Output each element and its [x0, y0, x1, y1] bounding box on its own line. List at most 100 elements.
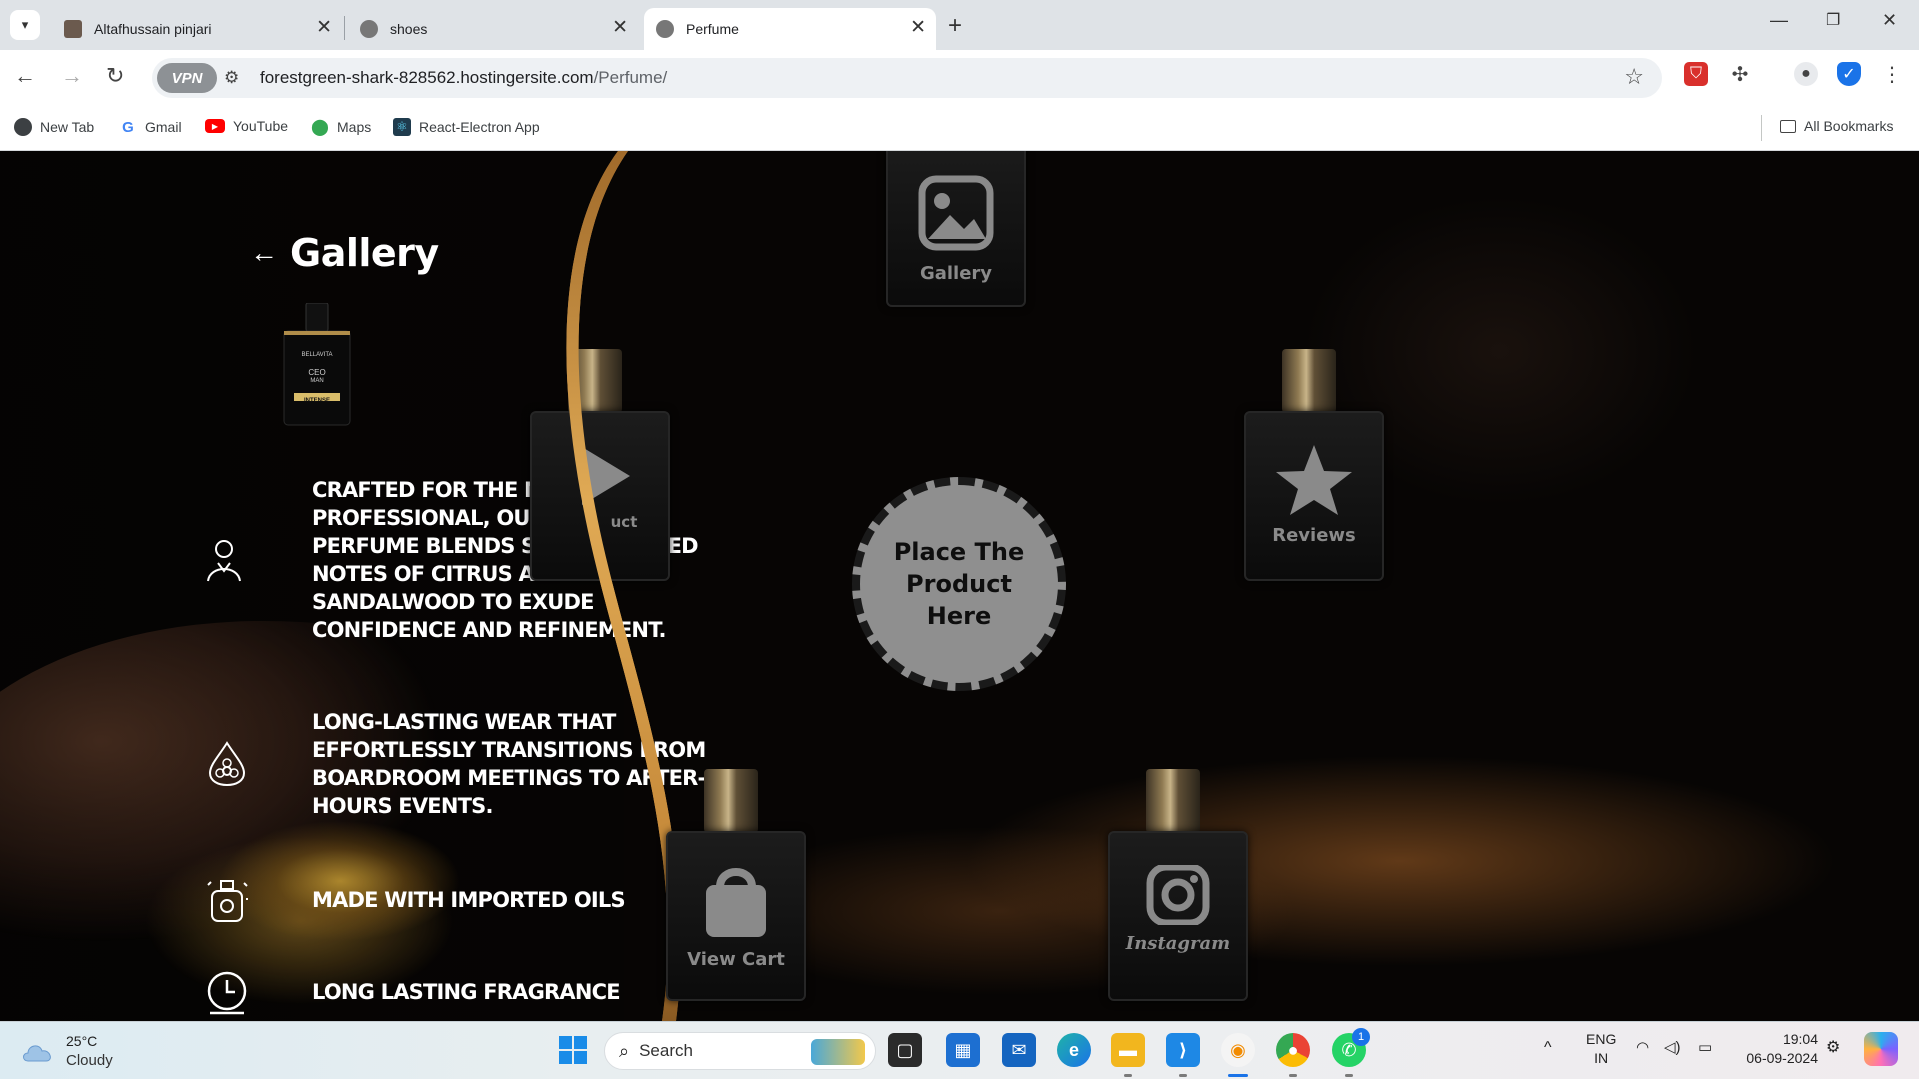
bookmark-maps[interactable]: ⬤ Maps — [311, 118, 371, 136]
forward-button[interactable]: → — [61, 63, 83, 89]
bookmark-label: Maps — [337, 119, 372, 135]
bookmark-label: Gmail — [145, 119, 182, 135]
tab-shoes[interactable]: shoes ✕ — [348, 8, 638, 50]
extensions-puzzle-icon[interactable]: ✣ — [1728, 62, 1752, 86]
perfume-page: ← Gallery BELLAVITA CEO MAN INTENSE Craf… — [0, 151, 1919, 1021]
lang-top: ENG — [1586, 1031, 1617, 1047]
google-icon: G — [122, 118, 134, 136]
bookmark-react-electron[interactable]: ⚛ React-Electron App — [393, 118, 540, 136]
tab-perfume[interactable]: Perfume ✕ — [644, 8, 936, 50]
tab-title: Altafhussain pinjari — [94, 21, 212, 37]
clock[interactable]: 19:04 06-09-2024 — [1738, 1030, 1818, 1068]
lang-bottom: IN — [1594, 1050, 1609, 1066]
chevron-down-icon: ▾ — [21, 17, 29, 32]
tab-bar: ▾ Altafhussain pinjari ✕ shoes ✕ Perfume… — [0, 0, 1919, 50]
language-indicator[interactable]: ENG IN — [1586, 1030, 1616, 1068]
bookmark-gmail[interactable]: G Gmail — [119, 118, 182, 136]
running-indicator — [1124, 1074, 1132, 1077]
wifi-icon[interactable]: ◠ — [1636, 1038, 1649, 1057]
product-drop-zone[interactable]: Place The Product Here — [852, 477, 1066, 691]
running-indicator — [1179, 1074, 1187, 1077]
react-icon: ⚛ — [393, 118, 411, 136]
show-hidden-icons-chevron-icon[interactable]: ^ — [1544, 1038, 1552, 1057]
bookmark-star-icon[interactable]: ☆ — [1624, 64, 1644, 90]
bottle-cap — [568, 349, 622, 413]
profile-icon[interactable]: ● — [1794, 62, 1818, 86]
browser-toolbar: ← → ↻ VPN ⚙ forestgreen-shark-828562.hos… — [0, 50, 1919, 105]
chrome-icon[interactable]: ● — [1276, 1033, 1310, 1067]
weather-widget[interactable]: 25°C Cloudy — [20, 1032, 113, 1070]
taskbar-search[interactable]: ⌕ Search — [604, 1032, 876, 1070]
site-info-icon[interactable]: ⚙ — [224, 68, 239, 88]
bottle-reviews[interactable]: Reviews — [1244, 349, 1384, 585]
window-close-button[interactable]: ✕ — [1882, 10, 1897, 31]
more-menu-icon[interactable]: ⋮ — [1880, 62, 1904, 86]
restore-button[interactable]: ❐ — [1826, 10, 1840, 30]
file-explorer-icon[interactable]: ▬ — [1111, 1033, 1145, 1067]
bottle-view-cart[interactable]: View Cart — [666, 769, 806, 1005]
thumb-sub: MAN — [310, 378, 324, 384]
copilot-icon[interactable] — [1864, 1032, 1898, 1066]
bottle-gallery[interactable]: Gallery — [886, 151, 1026, 325]
minimize-button[interactable]: — — [1770, 10, 1788, 31]
bookmark-youtube[interactable]: ▶ YouTube — [205, 118, 288, 134]
mail-icon[interactable]: ✉ — [1002, 1033, 1036, 1067]
globe-icon — [656, 20, 674, 38]
image-icon — [918, 175, 994, 251]
bookmark-label: YouTube — [233, 118, 289, 134]
vscode-icon[interactable]: ⟩ — [1166, 1033, 1200, 1067]
running-indicator — [1289, 1074, 1297, 1077]
volume-icon[interactable]: ◁) — [1664, 1038, 1681, 1057]
bottle-label: View Cart — [687, 949, 785, 970]
all-bookmarks-button[interactable]: All Bookmarks — [1780, 118, 1893, 134]
thumb-name: CEO — [308, 368, 326, 377]
bookmark-label: All Bookmarks — [1804, 118, 1894, 134]
back-arrow-icon[interactable]: ← — [250, 237, 278, 269]
close-icon[interactable]: ✕ — [612, 18, 628, 38]
notifications-icon[interactable]: ⚙ — [1826, 1038, 1840, 1057]
profile-favicon-icon — [64, 20, 82, 38]
clock-icon — [207, 971, 247, 1015]
new-tab-button[interactable]: + — [948, 12, 962, 40]
bookmark-new-tab[interactable]: New Tab — [14, 118, 94, 136]
youtube-icon: ▶ — [205, 119, 225, 133]
windows-start-button[interactable] — [556, 1033, 590, 1067]
bottle-label: Instagram — [1125, 933, 1231, 954]
back-button[interactable]: ← — [14, 63, 36, 89]
clock-time: 19:04 — [1782, 1031, 1818, 1047]
bottle-cap — [1146, 769, 1200, 833]
close-icon[interactable]: ✕ — [316, 18, 332, 38]
feature-item: Long lasting fragrance — [204, 969, 621, 1015]
close-icon[interactable]: ✕ — [910, 18, 926, 38]
windows-logo-icon — [559, 1036, 587, 1064]
store-icon[interactable]: ▦ — [946, 1033, 980, 1067]
vpn-button[interactable]: VPN — [157, 63, 217, 93]
drop-zone-line: Place The — [893, 538, 1025, 566]
feature-item: Long-lasting wear that effortlessly tran… — [204, 708, 732, 820]
tab-altafhussain[interactable]: Altafhussain pinjari ✕ — [52, 8, 342, 50]
bookmark-label: React-Electron App — [419, 119, 540, 135]
address-bar[interactable]: VPN ⚙ forestgreen-shark-828562.hostinger… — [152, 58, 1662, 98]
feature-text: Long lasting fragrance — [312, 980, 621, 1004]
search-label: Search — [639, 1041, 693, 1060]
battery-icon[interactable]: ▭ — [1698, 1038, 1712, 1057]
map-pin-icon: ⬤ — [311, 119, 329, 136]
browser-app-icon[interactable]: ◉ — [1221, 1033, 1255, 1067]
tab-title: shoes — [390, 21, 428, 37]
page-title: Gallery — [290, 231, 439, 275]
tab-search-button[interactable]: ▾ — [10, 10, 40, 40]
shield-check-icon[interactable]: ✓ — [1837, 62, 1861, 86]
adblock-extension-icon[interactable]: ⛉ — [1684, 62, 1708, 86]
feature-text: Made with imported oils — [312, 888, 626, 912]
url-text[interactable]: forestgreen-shark-828562.hostingersite.c… — [260, 68, 667, 88]
folder-icon — [1780, 119, 1796, 133]
bottle-instagram[interactable]: Instagram — [1108, 769, 1248, 1005]
bottle-label: Gallery — [919, 263, 993, 284]
bottle-product[interactable]: uct — [530, 349, 670, 585]
edge-icon[interactable]: e — [1057, 1033, 1091, 1067]
reload-button[interactable]: ↻ — [106, 63, 124, 89]
drop-zone-line: Product — [906, 570, 1012, 598]
windows-taskbar: 25°C Cloudy ⌕ Search ▢ ▦ ✉ e ▬ ⟩ ◉ ● ✆ 1… — [0, 1021, 1919, 1079]
gallery-header: ← Gallery — [250, 231, 439, 275]
task-view-icon[interactable]: ▢ — [888, 1033, 922, 1067]
